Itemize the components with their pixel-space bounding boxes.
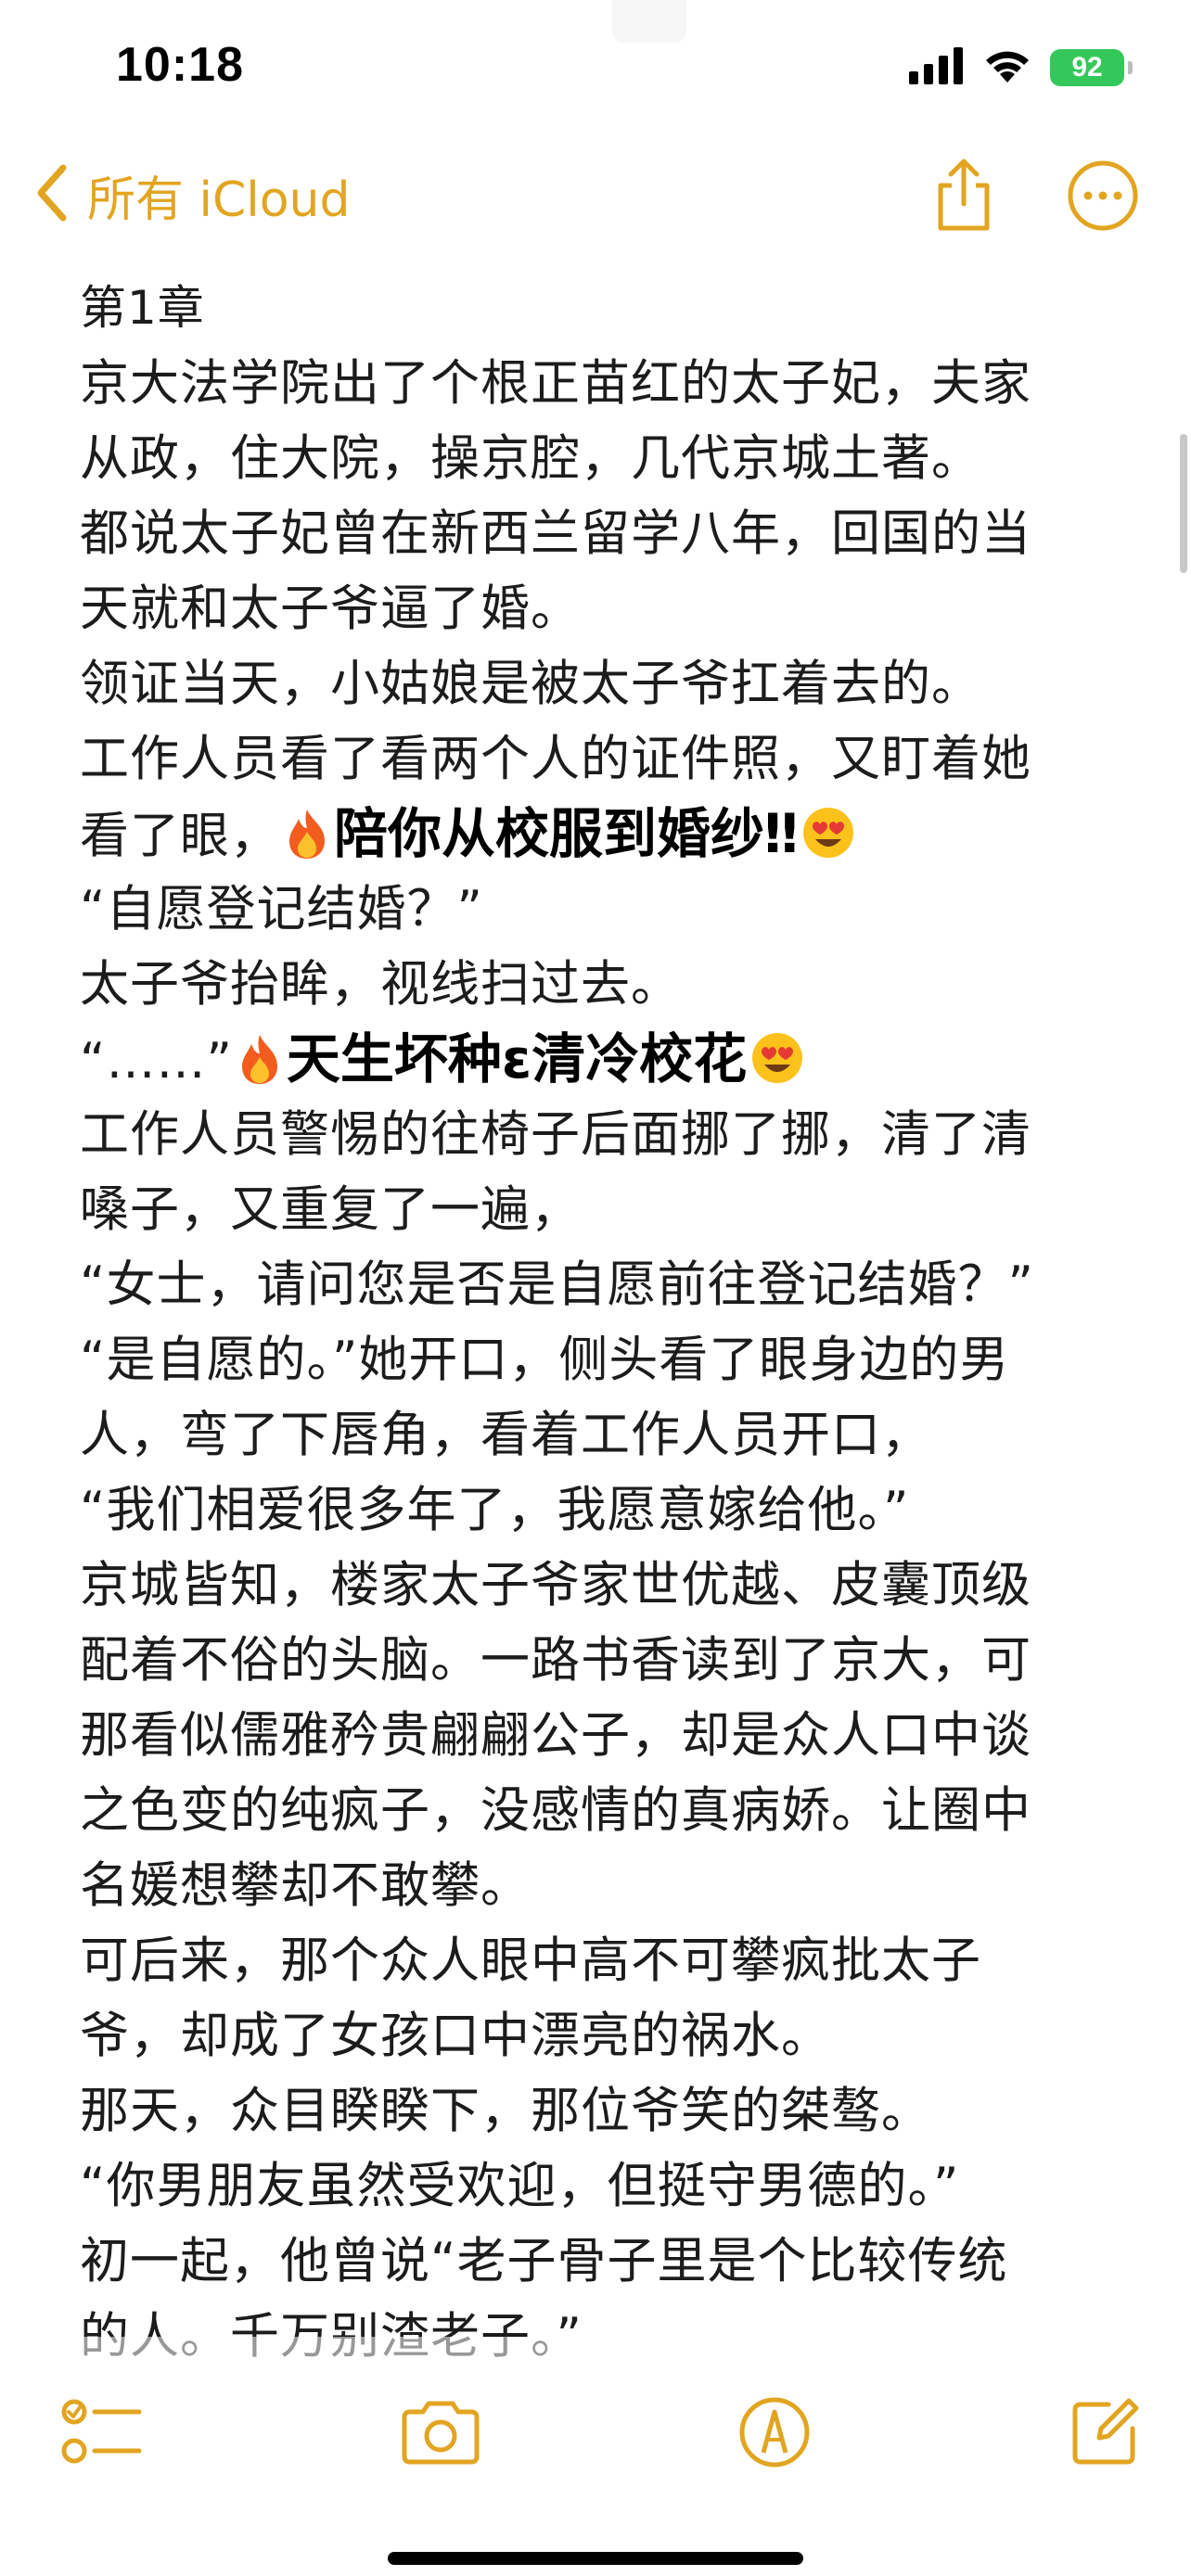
- more-ellipsis-icon: [1067, 159, 1139, 236]
- fire-emoji-icon: [284, 806, 330, 881]
- compose-button[interactable]: [1054, 2383, 1156, 2485]
- note-line: 人，弯了下唇角，看着工作人员开口，: [80, 1407, 931, 1463]
- note-line: 太子爷抬眸，视线扫过去。: [80, 956, 681, 1013]
- note-line: “自愿登记结婚？”: [80, 881, 483, 937]
- note-line: 可后来，那个众人眼中高不可攀疯批太子: [80, 1932, 981, 1989]
- note-line: 京大法学院出了个根正苗红的太子妃，夫家: [80, 355, 1031, 412]
- heart-eyes-emoji-icon: [801, 806, 855, 881]
- home-indicator[interactable]: [388, 2552, 803, 2565]
- battery-level: 92: [1071, 52, 1103, 83]
- status-icons: 92: [909, 46, 1133, 89]
- markup-pen-icon: [737, 2395, 812, 2473]
- scrollbar[interactable]: [1180, 434, 1187, 573]
- note-line: “是自愿的。”她开口，侧头看了眼身边的男: [80, 1332, 1010, 1388]
- notes-screen: 10:18 92 所有 iCloud 第1章 京大法学院出了个根正苗红的太子妃，…: [0, 0, 1191, 2576]
- bottom-toolbar: [0, 2383, 1191, 2494]
- note-line-with-banner: “……” 天生坏种ɛ清冷校花: [80, 1022, 1119, 1097]
- note-line: 嗓子，又重复了一遍，: [80, 1181, 581, 1238]
- note-line-text: 看了眼，: [80, 808, 280, 864]
- heart-eyes-emoji-icon: [750, 1031, 804, 1106]
- note-line: 配着不俗的头脑。一路书香读到了京大，可: [80, 1632, 1031, 1689]
- camera-icon: [399, 2399, 482, 2469]
- note-line: 初一起，他曾说“老子骨子里是个比较传统: [80, 2233, 1008, 2289]
- note-line: 名媛想攀却不敢攀。: [80, 1857, 531, 1914]
- note-line: 爷，却成了女孩口中漂亮的祸水。: [80, 2008, 831, 2064]
- camera-button[interactable]: [390, 2383, 492, 2485]
- back-button[interactable]: 所有 iCloud: [33, 158, 351, 232]
- overlay-banner: 陪你从校服到婚纱‼: [334, 802, 799, 865]
- back-label: 所有 iCloud: [87, 172, 351, 228]
- cellular-signal-icon: [909, 47, 965, 88]
- note-line: 工作人员看了看两个人的证件照，又盯着她: [80, 731, 1031, 787]
- chevron-left-icon: [33, 162, 70, 227]
- compose-icon: [1068, 2395, 1142, 2473]
- note-line: “我们相爱很多年了，我愿意嫁给他。”: [80, 1482, 910, 1538]
- note-line: 天就和太子爷逼了婚。: [80, 580, 581, 637]
- note-line: “你男朋友虽然受欢迎，但挺守男德的。”: [80, 2158, 960, 2214]
- status-time: 10:18: [116, 38, 244, 92]
- share-button[interactable]: [922, 156, 1005, 239]
- checklist-icon: [61, 2395, 145, 2473]
- note-line: 领证当天，小姑娘是被太子爷扛着去的。: [80, 656, 981, 712]
- fire-emoji-icon: [237, 1031, 283, 1106]
- note-line: 都说太子妃曾在新西兰留学八年，回国的当: [80, 505, 1031, 562]
- note-line: 京城皆知，楼家太子爷家世优越、皮囊顶级: [80, 1557, 1031, 1613]
- nav-bar: 所有 iCloud: [0, 139, 1191, 260]
- note-line: 那天，众目睽睽下，那位爷笑的桀骜。: [80, 2083, 931, 2139]
- status-bar: 10:18 92: [0, 0, 1191, 139]
- note-line: 之色变的纯疯子，没感情的真病娇。让圈中: [80, 1782, 1031, 1839]
- note-title: 第1章: [80, 281, 205, 335]
- note-line-text: “……”: [80, 1033, 233, 1090]
- overlay-banner: 天生坏种ɛ清冷校花: [286, 1027, 748, 1090]
- battery-indicator: 92: [1050, 49, 1133, 86]
- note-line: 工作人员警惕的往椅子后面挪了挪，清了清: [80, 1106, 1031, 1163]
- dynamic-island: [612, 0, 686, 43]
- markup-button[interactable]: [724, 2383, 826, 2485]
- note-line: 那看似儒雅矜贵翩翩公子，却是众人口中谈: [80, 1707, 1031, 1764]
- note-line: “女士，请问您是否是自愿前往登记结婚？”: [80, 1256, 1034, 1313]
- note-line: 从政，住大院，操京腔，几代京城土著。: [80, 430, 981, 487]
- checklist-button[interactable]: [52, 2383, 154, 2485]
- share-icon: [931, 158, 996, 237]
- wifi-icon: [981, 47, 1033, 88]
- note-body[interactable]: 第1章 京大法学院出了个根正苗红的太子妃，夫家 从政，住大院，操京腔，几代京城土…: [80, 271, 1119, 2374]
- note-line-with-banner: 看了眼， 陪你从校服到婚纱‼: [80, 797, 1119, 872]
- more-button[interactable]: [1061, 156, 1145, 239]
